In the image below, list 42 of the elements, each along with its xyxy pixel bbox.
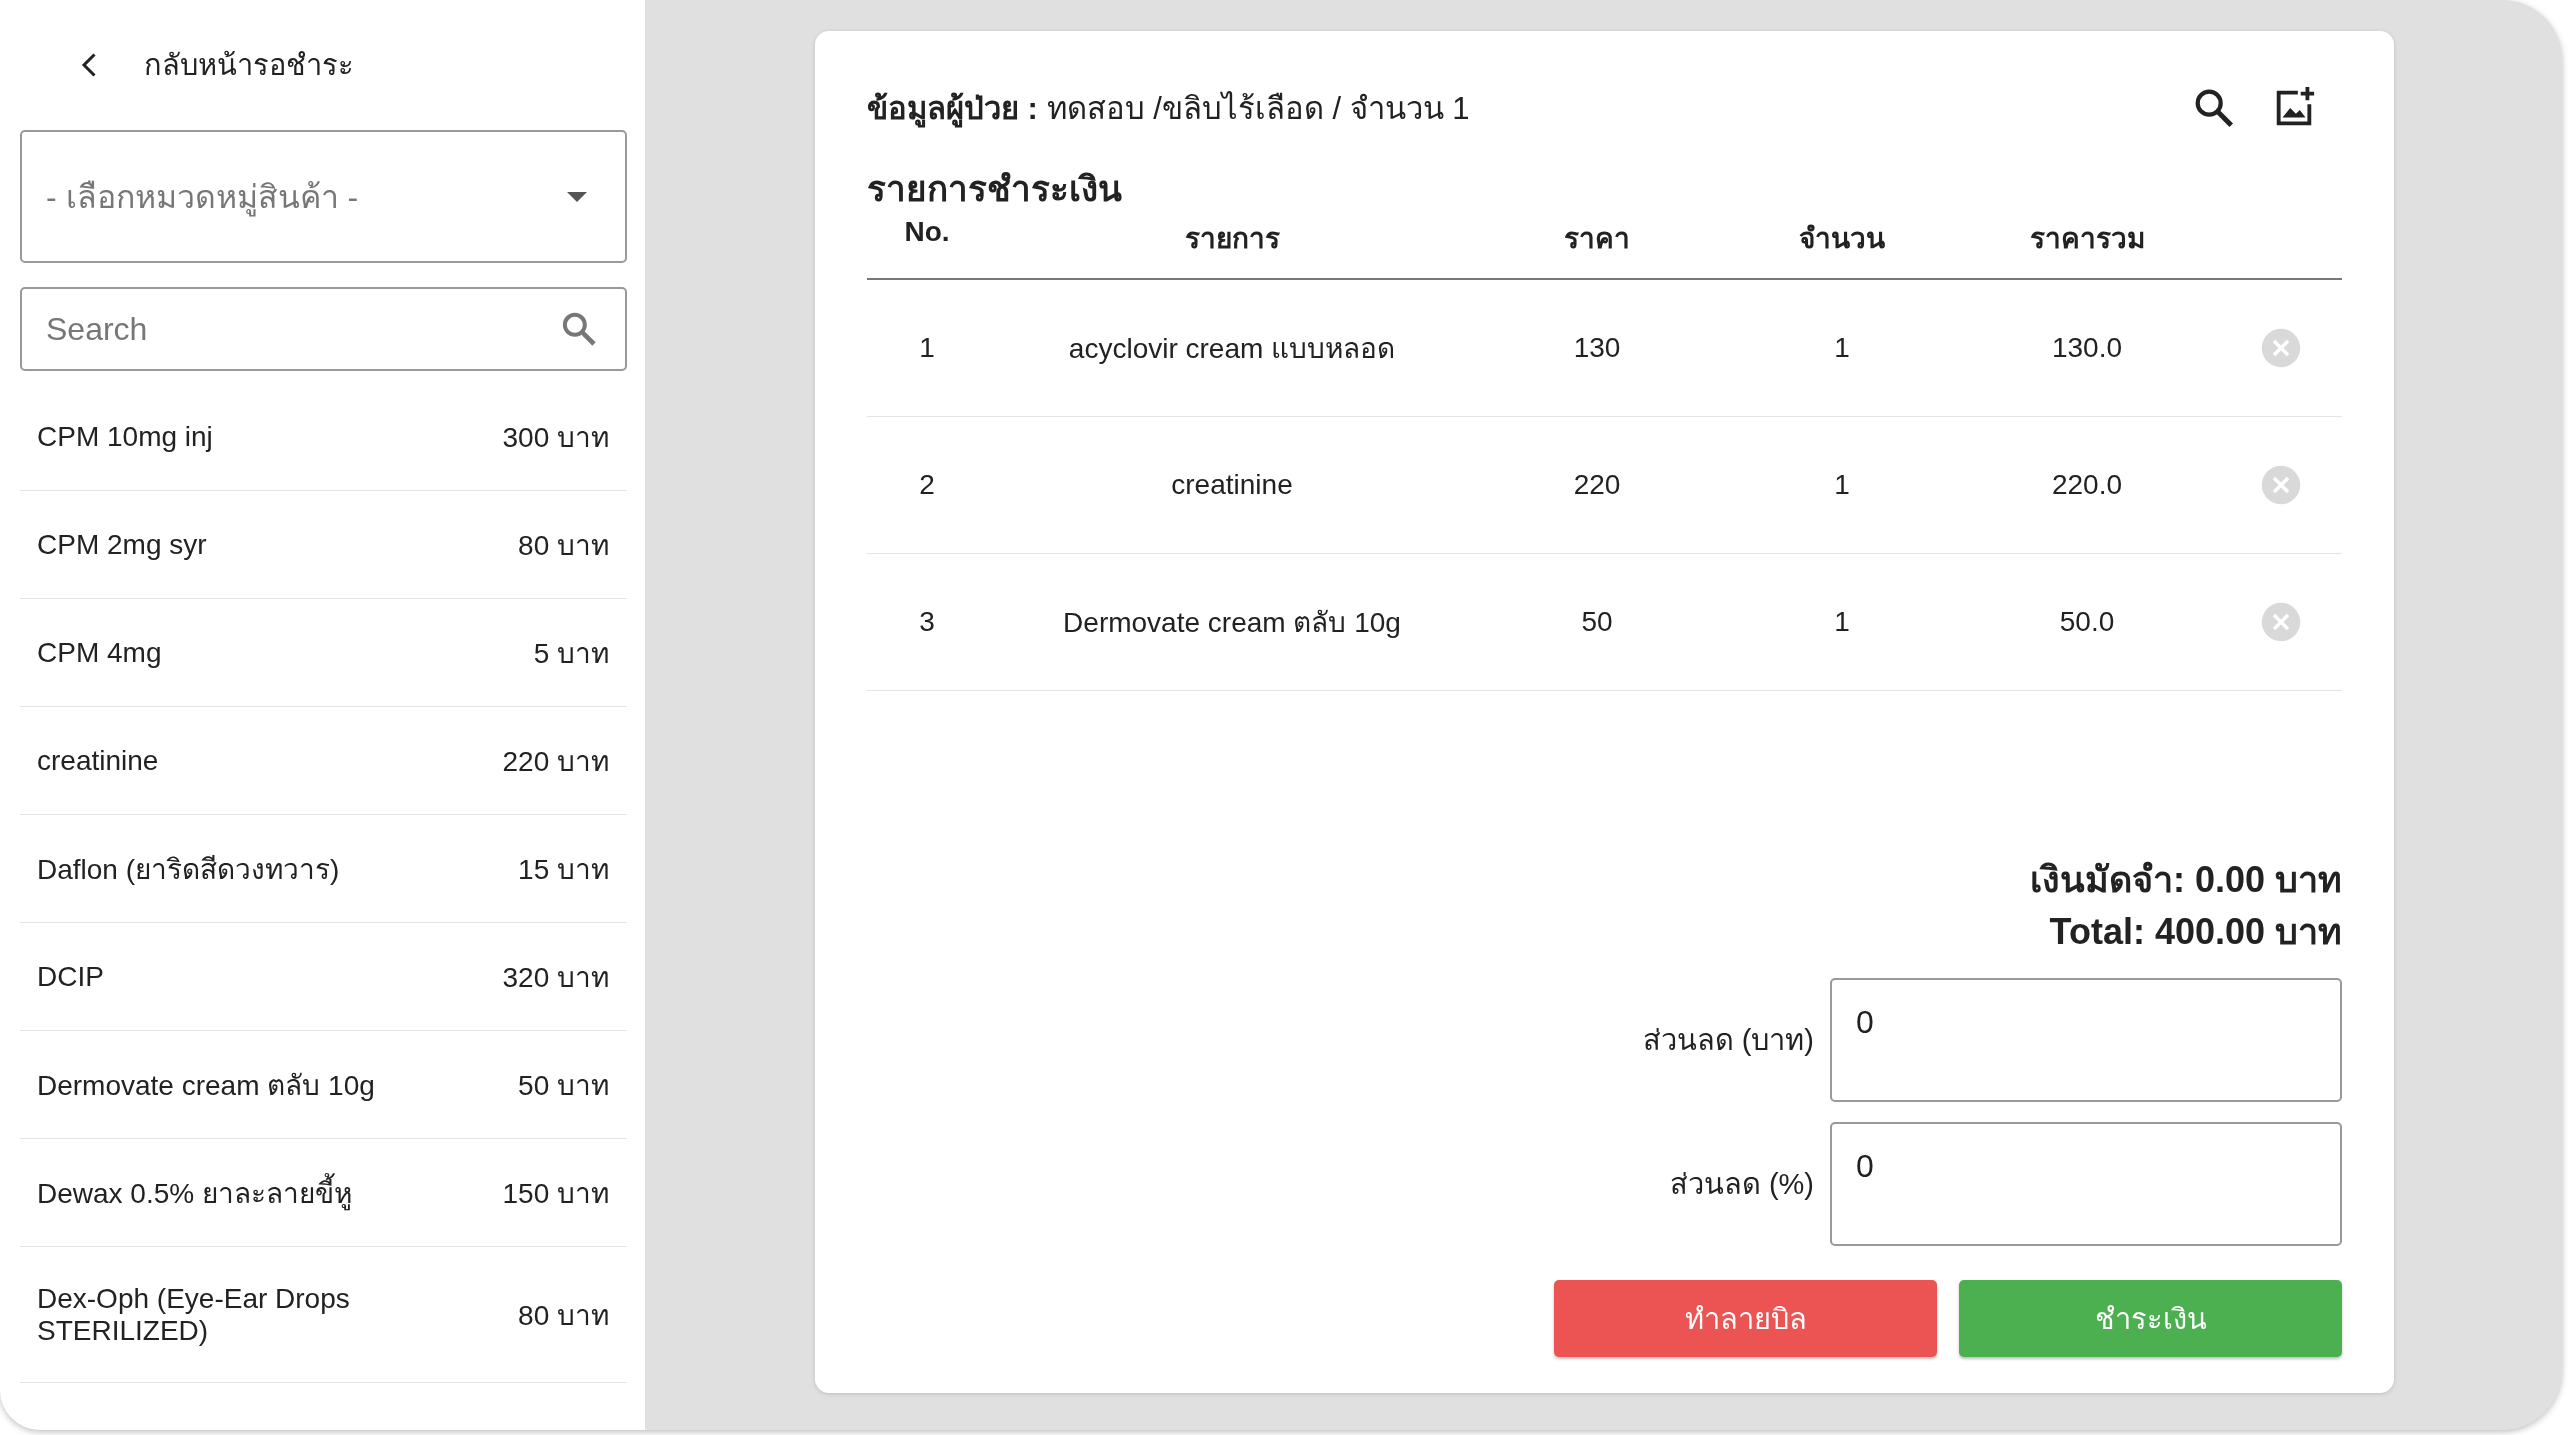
table-cell-text: 1 [1833, 469, 1851, 501]
product-item[interactable]: DCIP 320 บาท [20, 923, 627, 1031]
product-item[interactable]: Dermovate cream ตลับ 10g 50 บาท [20, 1031, 627, 1139]
table-cell-text: 220 [1572, 469, 1622, 501]
product-item[interactable]: CPM 4mg 5 บาท [20, 599, 627, 707]
column-header: ราคา [1563, 222, 1631, 256]
table-cell-text: 1 [918, 332, 936, 364]
table-cell-text: 50 [1580, 606, 1614, 638]
deposit-amount: เงินมัดจำ: 0.00 บาท [2028, 858, 2342, 902]
cancel-bill-button[interactable]: ทำลายบิล [1554, 1280, 1937, 1357]
discount-label: ส่วนลด (%) [1669, 1167, 1814, 1202]
column-header: ราคารวม [2028, 222, 2146, 256]
table-cell-text: 130.0 [2050, 332, 2124, 364]
product-item[interactable]: CPM 10mg inj 300 บาท [20, 383, 627, 491]
section-title: รายการชำระเงิน [867, 168, 1123, 210]
column-header: No. [903, 216, 951, 248]
table-cell-text: 1 [1833, 606, 1851, 638]
discount-label: ส่วนลด (บาท) [1642, 1023, 1814, 1058]
patient-info: ข้อมูลผู้ป่วย : ทดสอบ /ขลิบไร้เลือด / จำนวน 1 [867, 90, 1470, 130]
table-cell-text: acyclovir cream แบบหลอด [1067, 332, 1397, 366]
category-select[interactable]: - เลือกหมวดหมู่สินค้า - [20, 130, 627, 263]
table-cell-text: 50.0 [2058, 606, 2116, 638]
table-cell-text: 1 [1833, 332, 1851, 364]
table-cell-text: 3 [918, 606, 936, 638]
product-item[interactable]: Daflon (ยาริดสีดวงทวาร) 15 บาท [20, 815, 627, 923]
discount-field[interactable]: 0 [1830, 978, 2342, 1102]
dropdown-caret-icon [567, 191, 587, 202]
product-item[interactable]: CPM 2mg syr 80 บาท [20, 491, 627, 599]
search-field[interactable]: Search [20, 287, 627, 371]
table-cell-text: 2 [918, 469, 936, 501]
total-amount: Total: 400.00 บาท [2048, 910, 2342, 954]
table-cell-text: Dermovate cream ตลับ 10g [1062, 606, 1402, 640]
back-label[interactable]: กลับหน้ารอชำระ [144, 42, 354, 88]
table-cell-text: 220.0 [2050, 469, 2124, 501]
table-cell-text: creatinine [1170, 469, 1294, 501]
column-header: รายการ [1183, 222, 1281, 256]
discount-field[interactable]: 0 [1830, 1122, 2342, 1246]
product-item[interactable]: Dewax 0.5% ยาละลายขี้หู 150 บาท [20, 1139, 627, 1247]
product-item[interactable]: creatinine 220 บาท [20, 707, 627, 815]
table-cell-text: 130 [1572, 332, 1622, 364]
column-header: จำนวน [1798, 222, 1886, 256]
product-item[interactable]: Dex-Oph (Eye-Ear Drops STERILIZED) 80 บาท [20, 1247, 627, 1383]
